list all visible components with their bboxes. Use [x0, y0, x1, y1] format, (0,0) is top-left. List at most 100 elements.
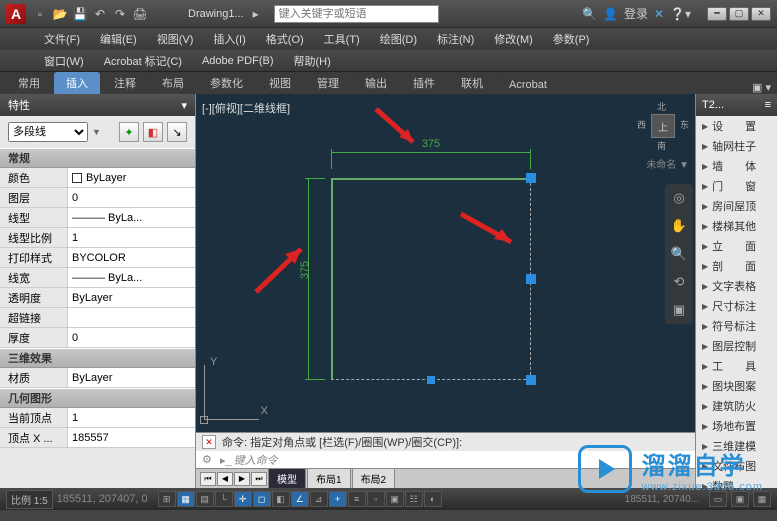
property-row[interactable]: 线型——— ByLa... [0, 208, 195, 228]
sb-sc[interactable]: ☷ [405, 491, 423, 507]
sb-otrack[interactable]: ∠ [291, 491, 309, 507]
sb-ortho[interactable]: └ [215, 491, 233, 507]
select-objects-button[interactable]: ◧ [143, 122, 163, 142]
steering-wheel-icon[interactable]: ◎ [669, 188, 689, 208]
menu-item[interactable]: 窗口(W) [36, 51, 92, 71]
ribbon-tab[interactable]: 管理 [305, 72, 351, 94]
viewcube-east[interactable]: 东 [680, 118, 689, 131]
ribbon-tab[interactable]: 参数化 [198, 72, 255, 94]
property-value[interactable]: ——— ByLa... [68, 208, 195, 227]
search-icon[interactable]: 🔍 [582, 7, 597, 21]
palette-item[interactable]: ▶尺寸标注 [696, 296, 777, 316]
sb-quickview-dwg[interactable]: ▦ [753, 491, 771, 507]
property-value[interactable]: ——— ByLa... [68, 268, 195, 287]
print-icon[interactable]: 🖨 [132, 6, 148, 22]
sb-osnap[interactable]: ◻ [253, 491, 271, 507]
property-value[interactable]: BYCOLOR [68, 248, 195, 267]
command-gear-icon[interactable]: ⚙ [202, 453, 216, 467]
maximize-button[interactable]: ▢ [729, 7, 749, 21]
view-cube[interactable]: 北 南 西 东 上 [637, 100, 689, 152]
quick-select-button[interactable]: ✦ [119, 122, 139, 142]
layout-tab[interactable]: 模型 [268, 468, 306, 488]
app-logo[interactable]: A [6, 4, 26, 24]
layout-last-icon[interactable]: ⏭ [251, 472, 267, 486]
layout-prev-icon[interactable]: ◀ [217, 472, 233, 486]
doc-dropdown-icon[interactable]: ▸ [248, 6, 264, 22]
menu-item[interactable]: 视图(V) [149, 29, 202, 49]
viewport[interactable]: 375 375 Y X [196, 114, 695, 460]
palette-item[interactable]: ▶楼梯其他 [696, 216, 777, 236]
property-row[interactable]: 超链接 [0, 308, 195, 328]
command-close-icon[interactable]: ✕ [202, 435, 216, 449]
grip-tr[interactable] [526, 173, 536, 183]
properties-close-icon[interactable]: ▾ [181, 99, 187, 112]
property-value[interactable]: ByLayer [68, 288, 195, 307]
palette-item[interactable]: ▶图层控制 [696, 336, 777, 356]
menu-item[interactable]: 工具(T) [316, 29, 368, 49]
polyline-rectangle[interactable] [331, 178, 531, 380]
property-value[interactable]: 1 [68, 228, 195, 247]
redo-icon[interactable]: ↷ [112, 6, 128, 22]
sb-model-button[interactable]: ▭ [709, 491, 727, 507]
undo-icon[interactable]: ↶ [92, 6, 108, 22]
sb-qp[interactable]: ▣ [386, 491, 404, 507]
palette-item[interactable]: ▶立 面 [696, 236, 777, 256]
menu-item[interactable]: Acrobat 标记(C) [96, 51, 190, 71]
menu-item[interactable]: 修改(M) [486, 29, 541, 49]
palette-item[interactable]: ▶图块图案 [696, 376, 777, 396]
grip-br[interactable] [526, 375, 536, 385]
property-row[interactable]: 打印样式BYCOLOR [0, 248, 195, 268]
property-row[interactable]: 颜色ByLayer [0, 168, 195, 188]
ribbon-minimize-icon[interactable]: ▣ ▾ [752, 81, 771, 94]
layout-next-icon[interactable]: ▶ [234, 472, 250, 486]
menu-item[interactable]: 文件(F) [36, 29, 88, 49]
property-row[interactable]: 线型比例1 [0, 228, 195, 248]
save-icon[interactable]: 💾 [72, 6, 88, 22]
sb-am[interactable]: ◐ [424, 491, 442, 507]
object-type-select[interactable]: 多段线 [8, 122, 88, 142]
ribbon-tab[interactable]: 插件 [401, 72, 447, 94]
viewcube-west[interactable]: 西 [637, 118, 646, 131]
palette-item[interactable]: ▶工 具 [696, 356, 777, 376]
property-group-header[interactable]: 几何图形 [0, 388, 195, 408]
viewcube-top[interactable]: 上 [651, 114, 675, 138]
palette-item[interactable]: ▶数䴉 [696, 476, 777, 488]
property-value[interactable]: 0 [68, 328, 195, 347]
sb-dyn[interactable]: + [329, 491, 347, 507]
palette-item[interactable]: ▶三维建模 [696, 436, 777, 456]
ribbon-tab[interactable]: 注释 [102, 72, 148, 94]
property-value[interactable]: ByLayer [68, 368, 195, 387]
search-box[interactable] [274, 5, 439, 23]
pan-icon[interactable]: ✋ [669, 216, 689, 236]
menu-item[interactable]: Adobe PDF(B) [194, 53, 282, 69]
palette-item[interactable]: ▶房间屋顶 [696, 196, 777, 216]
sb-3dosnap[interactable]: ◧ [272, 491, 290, 507]
tool-palette-menu-icon[interactable]: ≡ [765, 99, 771, 111]
property-row[interactable]: 材质ByLayer [0, 368, 195, 388]
layout-first-icon[interactable]: ⏮ [200, 472, 216, 486]
login-link[interactable]: 登录 [624, 5, 648, 22]
palette-item[interactable]: ▶轴网柱子 [696, 136, 777, 156]
menu-item[interactable]: 格式(O) [258, 29, 312, 49]
sb-lwt[interactable]: ≡ [348, 491, 366, 507]
menu-item[interactable]: 参数(P) [545, 29, 598, 49]
menu-item[interactable]: 标注(N) [429, 29, 482, 49]
ribbon-tab[interactable]: 插入 [54, 72, 100, 94]
palette-item[interactable]: ▶文字表格 [696, 276, 777, 296]
command-input-row[interactable]: ⚙ ▸_ 键入命令 [196, 451, 695, 469]
property-row[interactable]: 透明度ByLayer [0, 288, 195, 308]
property-value[interactable]: 0 [68, 188, 195, 207]
viewcube-north[interactable]: 北 [657, 100, 666, 113]
showmotion-icon[interactable]: ▣ [669, 300, 689, 320]
sb-grid[interactable]: ▤ [196, 491, 214, 507]
viewcube-south[interactable]: 南 [657, 139, 666, 152]
property-value[interactable]: 185557 [68, 428, 195, 447]
property-row[interactable]: 当前顶点1 [0, 408, 195, 428]
property-row[interactable]: 线宽——— ByLa... [0, 268, 195, 288]
pickset-button[interactable]: ↘ [167, 122, 187, 142]
property-row[interactable]: 厚度0 [0, 328, 195, 348]
new-icon[interactable]: ▫ [32, 6, 48, 22]
palette-item[interactable]: ▶设 置 [696, 116, 777, 136]
sb-snap[interactable]: ▦ [177, 491, 195, 507]
property-group-header[interactable]: 三维效果 [0, 348, 195, 368]
